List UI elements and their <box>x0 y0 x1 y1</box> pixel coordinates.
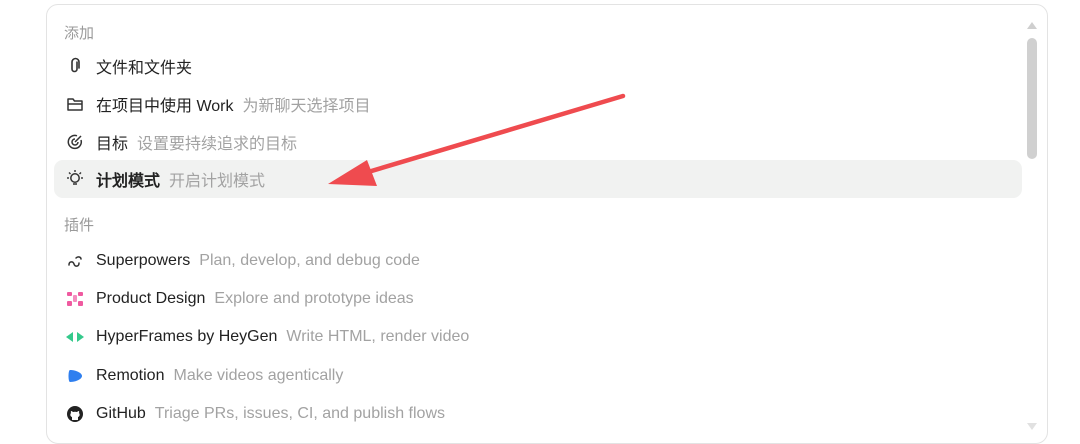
plugin-item-superpowers[interactable]: Superpowers Plan, develop, and debug cod… <box>54 242 1022 280</box>
plugin-item-label: Product Design <box>96 290 206 307</box>
plugin-item-label: HyperFrames by HeyGen <box>96 328 278 345</box>
paperclip-icon <box>64 55 86 77</box>
lightbulb-icon <box>64 168 86 190</box>
plugin-item-label: Superpowers <box>96 252 191 269</box>
github-icon <box>64 403 86 425</box>
command-menu-panel: 添加 文件和文件夹 在项目中使用 Work 为新聊天选择项目 目标 设置要持续追… <box>46 4 1048 444</box>
link-icon <box>64 250 86 272</box>
scrollbar-thumb[interactable] <box>1027 38 1037 159</box>
product-design-icon <box>64 288 86 310</box>
menu-item-description: 设置要持续追求的目标 <box>137 136 298 153</box>
plugin-item-github[interactable]: GitHub Triage PRs, issues, CI, and publi… <box>54 395 1022 433</box>
menu-item-goal[interactable]: 目标 设置要持续追求的目标 <box>54 123 1022 161</box>
menu-item-files-and-folders[interactable]: 文件和文件夹 <box>54 47 1022 85</box>
scroll-up-arrow-icon[interactable] <box>1026 17 1038 29</box>
section-title-plugins: 插件 <box>64 217 95 234</box>
plugin-item-hyperframes[interactable]: HyperFrames by HeyGen Write HTML, render… <box>54 318 1022 356</box>
menu-item-label: 文件和文件夹 <box>96 60 193 77</box>
scroll-down-arrow-icon[interactable] <box>1026 419 1038 430</box>
plugin-item-description: Triage PRs, issues, CI, and publish flow… <box>154 405 445 422</box>
plugin-item-description: Write HTML, render video <box>286 328 470 345</box>
section-title-add: 添加 <box>64 25 95 42</box>
plugin-item-label: GitHub <box>96 405 146 422</box>
plugin-item-description: Plan, develop, and debug code <box>199 252 420 269</box>
menu-item-label: 目标 <box>96 136 129 153</box>
hyperframes-icon <box>64 326 86 348</box>
target-icon <box>64 131 86 153</box>
folder-icon <box>64 93 86 115</box>
plugin-item-product-design[interactable]: Product Design Explore and prototype ide… <box>54 280 1022 318</box>
menu-item-plan-mode[interactable]: 计划模式 开启计划模式 <box>54 160 1022 198</box>
remotion-icon <box>64 365 86 387</box>
menu-item-label: 在项目中使用 Work <box>96 98 234 115</box>
plugin-item-remotion[interactable]: Remotion Make videos agentically <box>54 357 1022 395</box>
plugin-item-description: Explore and prototype ideas <box>214 290 414 307</box>
menu-item-description: 为新聊天选择项目 <box>242 98 371 115</box>
menu-item-use-in-project[interactable]: 在项目中使用 Work 为新聊天选择项目 <box>54 85 1022 123</box>
plugin-item-description: Make videos agentically <box>173 367 344 384</box>
menu-item-label: 计划模式 <box>96 173 161 190</box>
plugin-item-label: Remotion <box>96 367 165 384</box>
menu-item-description: 开启计划模式 <box>169 173 266 190</box>
